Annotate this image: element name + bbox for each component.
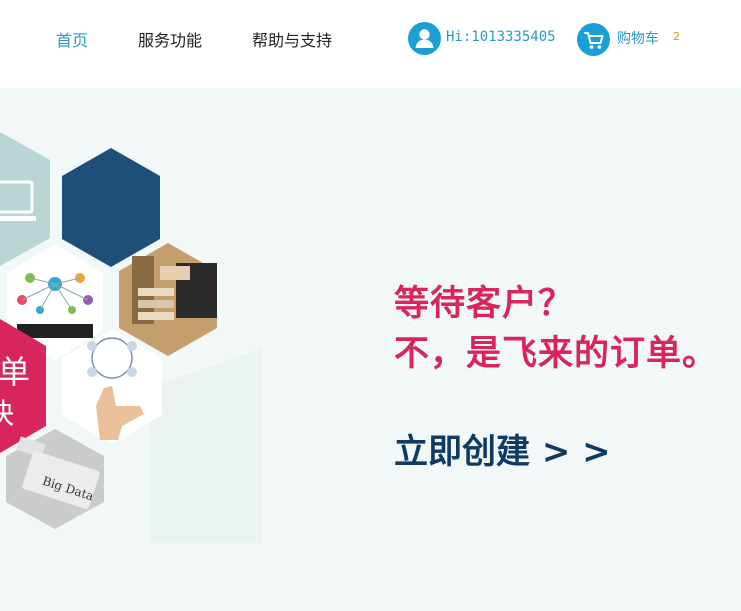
hexagon-collage: 单 快 Big Data [0, 132, 262, 543]
cart-link[interactable]: 购物车 [617, 28, 659, 48]
nav-services[interactable]: 服务功能 [138, 27, 202, 51]
headline-line-1: 等待客户？ [394, 284, 575, 324]
cart-icon[interactable] [577, 23, 610, 56]
pink-hex-text-1: 单 [0, 353, 30, 391]
pink-hex-text-2: 快 [0, 397, 14, 430]
laptop-hex [0, 132, 50, 266]
headline-line-2: 不，是飞来的订单。 [394, 334, 719, 374]
cart-count-badge: 2 [673, 30, 680, 43]
navy-hex [62, 148, 160, 267]
user-icon[interactable] [408, 22, 441, 55]
top-header: 首页 服务功能 帮助与支持 Hi:1013335405 购物车 2 [0, 0, 741, 88]
create-now-button[interactable]: 立即创建 > > [394, 424, 611, 473]
hero-banner: 单 快 Big Data 等待客户？ 不，是飞来的订单。 立即创建 > > [0, 88, 741, 611]
user-greeting[interactable]: Hi:1013335405 [446, 29, 556, 45]
nav-help[interactable]: 帮助与支持 [252, 27, 332, 51]
nav-home[interactable]: 首页 [56, 27, 88, 51]
